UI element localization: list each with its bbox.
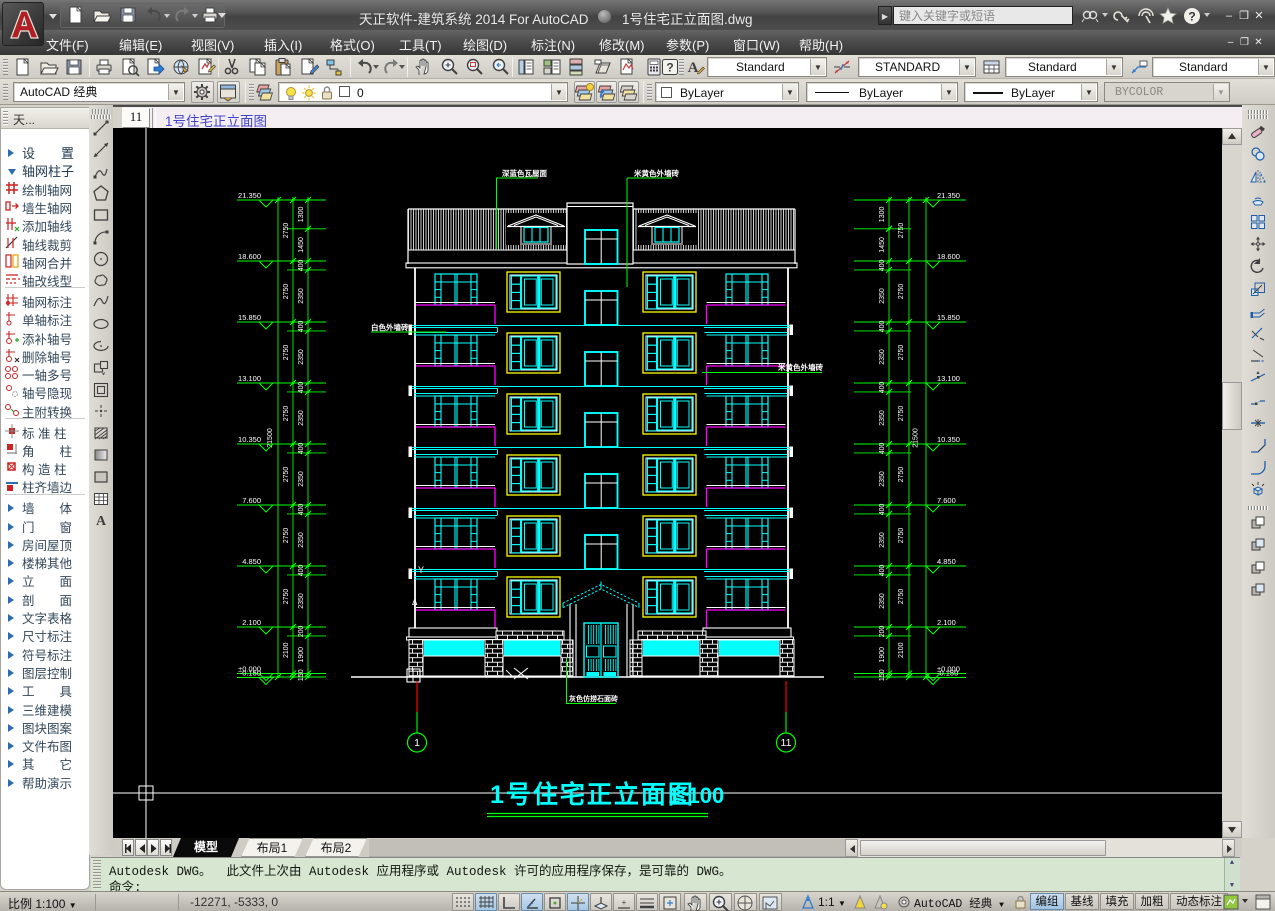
svg-text:2350: 2350 [298, 349, 305, 365]
svg-text:400: 400 [298, 382, 305, 394]
svg-text:米黄色外墙砖: 米黄色外墙砖 [778, 362, 823, 372]
svg-text:2100: 2100 [283, 642, 290, 658]
svg-text:2750: 2750 [898, 284, 905, 300]
svg-text:18.600: 18.600 [937, 252, 960, 261]
svg-text:2350: 2350 [298, 288, 305, 304]
svg-text:15.850: 15.850 [937, 313, 960, 322]
svg-text:21.350: 21.350 [937, 191, 960, 200]
svg-text:2750: 2750 [898, 223, 905, 239]
svg-text:灰色仿捞石面砖: 灰色仿捞石面砖 [569, 694, 618, 703]
svg-text:13.100: 13.100 [238, 374, 261, 383]
svg-text:2350: 2350 [298, 593, 305, 609]
svg-text:2750: 2750 [898, 345, 905, 361]
svg-text:21500: 21500 [913, 428, 920, 448]
svg-text:11: 11 [781, 737, 792, 749]
svg-text:2350: 2350 [879, 349, 886, 365]
svg-text:400: 400 [298, 565, 305, 577]
svg-text:400: 400 [879, 260, 886, 272]
svg-text:白色外墙砖: 白色外墙砖 [371, 322, 409, 332]
svg-text:1900: 1900 [298, 647, 305, 663]
svg-text:150: 150 [298, 669, 305, 681]
svg-text:400: 400 [298, 321, 305, 333]
svg-text:21500: 21500 [267, 428, 274, 448]
svg-text:2350: 2350 [298, 471, 305, 487]
svg-text:1450: 1450 [879, 237, 886, 253]
svg-text:2350: 2350 [298, 532, 305, 548]
svg-text:?: ? [666, 61, 673, 75]
svg-text:1900: 1900 [879, 647, 886, 663]
svg-text:7.600: 7.600 [937, 496, 956, 505]
svg-text:2100: 2100 [898, 642, 905, 658]
svg-text:400: 400 [879, 443, 886, 455]
svg-text:2750: 2750 [283, 345, 290, 361]
svg-text:4.850: 4.850 [242, 557, 261, 566]
svg-text:A: A [688, 60, 699, 76]
svg-text:Y: Y [418, 565, 424, 575]
svg-text:Δ: Δ [412, 598, 418, 607]
svg-text:10.350: 10.350 [937, 435, 960, 444]
svg-text:400: 400 [879, 321, 886, 333]
svg-text:2750: 2750 [898, 528, 905, 544]
svg-text:1: 1 [414, 737, 420, 749]
svg-text:2.100: 2.100 [242, 618, 261, 627]
svg-text:2.100: 2.100 [937, 618, 956, 627]
svg-text:400: 400 [298, 443, 305, 455]
svg-text:2750: 2750 [283, 284, 290, 300]
svg-text:2350: 2350 [879, 471, 886, 487]
svg-text:2350: 2350 [879, 532, 886, 548]
svg-text:2750: 2750 [283, 406, 290, 422]
svg-text:15.850: 15.850 [238, 313, 261, 322]
svg-text:400: 400 [298, 260, 305, 272]
svg-text:7.600: 7.600 [242, 496, 261, 505]
svg-text:150: 150 [879, 669, 886, 681]
svg-text:400: 400 [879, 382, 886, 394]
svg-text:米黄色外墙砖: 米黄色外墙砖 [634, 168, 679, 178]
svg-text:13.100: 13.100 [937, 374, 960, 383]
svg-text:1号住宅正立面图: 1号住宅正立面图 [490, 780, 695, 809]
svg-text:2350: 2350 [879, 410, 886, 426]
svg-text:10.350: 10.350 [238, 435, 261, 444]
svg-text:?: ? [1188, 10, 1195, 24]
svg-text:200: 200 [879, 626, 886, 638]
svg-text:A: A [96, 514, 107, 529]
svg-text:2750: 2750 [898, 467, 905, 483]
svg-text:400: 400 [879, 565, 886, 577]
svg-text:深蓝色瓦屋面: 深蓝色瓦屋面 [502, 168, 547, 178]
svg-text:-0.150: -0.150 [240, 669, 261, 678]
svg-text:1300: 1300 [298, 207, 305, 223]
svg-text:2350: 2350 [298, 410, 305, 426]
svg-text:2350: 2350 [879, 593, 886, 609]
svg-text:400: 400 [298, 504, 305, 516]
svg-text:1:100: 1:100 [668, 783, 724, 808]
svg-text:2750: 2750 [283, 467, 290, 483]
svg-text:+: + [622, 898, 627, 907]
svg-text:1450: 1450 [298, 237, 305, 253]
svg-text:2750: 2750 [283, 223, 290, 239]
svg-text:400: 400 [879, 504, 886, 516]
svg-text:1300: 1300 [879, 207, 886, 223]
svg-text:2750: 2750 [283, 528, 290, 544]
svg-text:200: 200 [298, 626, 305, 638]
svg-text:2750: 2750 [898, 406, 905, 422]
svg-text:2750: 2750 [283, 589, 290, 605]
svg-text:2750: 2750 [898, 589, 905, 605]
svg-text:4.850: 4.850 [937, 557, 956, 566]
svg-text:2350: 2350 [879, 288, 886, 304]
svg-text:21.350: 21.350 [238, 191, 261, 200]
svg-text:18.600: 18.600 [238, 252, 261, 261]
svg-text:-0.150: -0.150 [937, 669, 958, 678]
